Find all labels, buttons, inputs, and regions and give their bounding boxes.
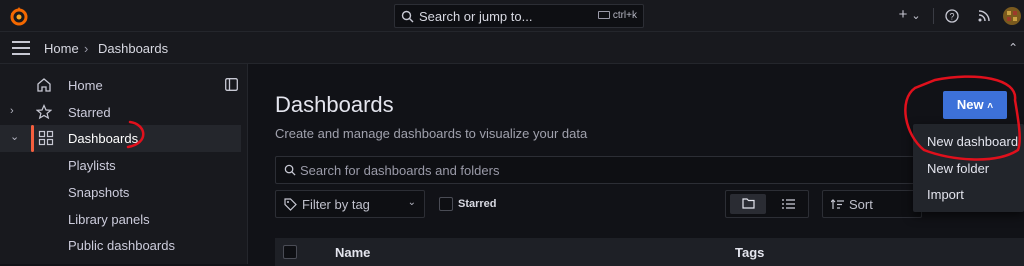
menu-icon[interactable]: [12, 41, 30, 55]
keyboard-icon: [597, 11, 610, 19]
sidebar-item-label: Home: [68, 78, 103, 93]
breadcrumb-separator: ›: [84, 41, 89, 56]
table-header: Name Tags: [275, 238, 1024, 266]
apps-icon: [38, 130, 54, 146]
search-placeholder: Search for dashboards and folders: [300, 163, 500, 178]
chevron-down-icon[interactable]: ⌄: [10, 130, 19, 143]
page-subtitle: Create and manage dashboards to visualiz…: [275, 126, 588, 141]
breadcrumb-current: Dashboards: [98, 41, 169, 56]
sidebar-item-label: Snapshots: [68, 185, 130, 200]
list-icon: [781, 199, 795, 209]
home-icon: [37, 78, 51, 92]
new-button[interactable]: New ˄: [943, 91, 1007, 119]
sidebar-item-label: Playlists: [68, 158, 116, 173]
view-toggle[interactable]: [725, 190, 809, 218]
sort-icon: [831, 199, 844, 209]
chevron-down-icon: ⌄: [407, 197, 416, 208]
sidebar-item-label: Public dashboards: [68, 238, 175, 253]
sidebar-item-snapshots[interactable]: Snapshots: [0, 179, 241, 206]
menu-item-new-dashboard[interactable]: New dashboard: [927, 134, 1018, 149]
tag-icon: [284, 198, 297, 211]
chevron-down-icon[interactable]: ⌄: [910, 9, 922, 29]
sidebar-item-playlists[interactable]: Playlists: [0, 152, 241, 179]
collapse-chevron-icon[interactable]: ⌄: [1008, 40, 1018, 54]
column-header-tags: Tags: [735, 245, 765, 260]
folder-view-button[interactable]: [730, 194, 766, 214]
folder-icon: [741, 198, 755, 209]
sidebar-item-dashboards[interactable]: ⌄ Dashboards: [0, 125, 241, 152]
rss-icon[interactable]: [977, 9, 991, 23]
svg-text:?: ?: [949, 12, 954, 22]
grafana-logo-icon[interactable]: [8, 5, 30, 27]
column-header-name[interactable]: Name: [335, 245, 370, 260]
chevron-up-icon: ˄: [987, 101, 994, 112]
page-title: Dashboards: [275, 92, 394, 117]
menu-item-new-folder[interactable]: New folder: [927, 161, 989, 176]
starred-label[interactable]: Starred: [458, 198, 497, 210]
sidebar-item-label: Dashboards: [68, 131, 139, 146]
dashboard-search-input[interactable]: Search for dashboards and folders: [275, 156, 1024, 184]
search-icon: [401, 10, 414, 23]
breadcrumb-home[interactable]: Home: [44, 41, 79, 56]
sidebar-item-home[interactable]: Home: [0, 72, 241, 99]
list-view-button[interactable]: [770, 194, 806, 214]
sidebar-item-label: Starred: [68, 105, 111, 120]
sidebar-item-starred[interactable]: › Starred: [0, 99, 241, 126]
select-all-checkbox[interactable]: [283, 245, 297, 259]
avatar[interactable]: [1002, 6, 1022, 26]
chevron-right-icon[interactable]: ›: [10, 105, 14, 117]
menu-item-import[interactable]: Import: [927, 187, 964, 202]
active-indicator: [31, 125, 34, 152]
shortcut-hint: ctrl+k: [597, 10, 637, 21]
filter-placeholder: Filter by tag: [302, 197, 370, 212]
star-icon: [36, 104, 52, 120]
plus-icon[interactable]: +: [896, 6, 910, 26]
help-icon[interactable]: ?: [945, 9, 959, 23]
divider: [933, 8, 934, 24]
sort-placeholder: Sort: [849, 197, 873, 212]
new-dropdown-menu: New dashboard New folder Import: [913, 124, 1024, 212]
search-placeholder: Search or jump to...: [419, 9, 533, 24]
sidebar-item-library-panels[interactable]: Library panels: [0, 206, 241, 233]
starred-checkbox[interactable]: [439, 197, 453, 211]
search-icon: [284, 164, 296, 176]
sidebar-item-public-dashboards[interactable]: Public dashboards: [0, 232, 241, 259]
tag-filter-select[interactable]: Filter by tag ⌄: [275, 190, 425, 218]
sort-select[interactable]: Sort: [822, 190, 922, 218]
sidebar-item-label: Library panels: [68, 212, 150, 227]
global-search-input[interactable]: Search or jump to... ctrl+k: [394, 4, 644, 28]
